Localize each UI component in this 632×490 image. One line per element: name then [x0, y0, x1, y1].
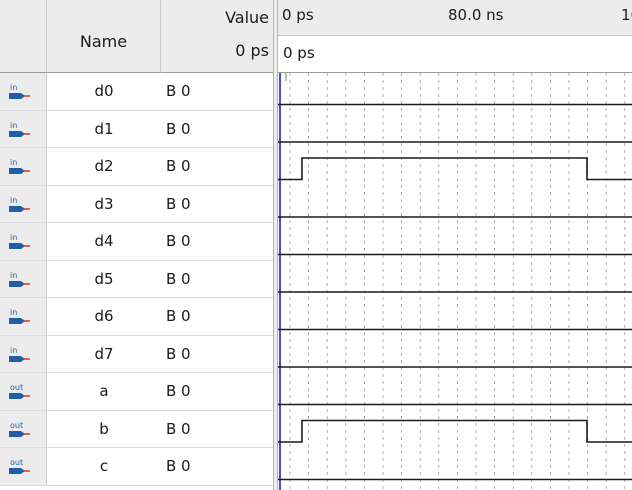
- header-icon-column: [0, 0, 47, 73]
- input-pin-icon: in: [0, 110, 47, 147]
- signal-row-d1[interactable]: in d1 B 0: [0, 110, 273, 148]
- signal-value: B 0: [166, 457, 191, 475]
- signal-value: B 0: [166, 119, 191, 138]
- signal-row-c[interactable]: out c B 0: [0, 448, 273, 486]
- signal-name: d5: [94, 269, 114, 288]
- output-pin-icon: out: [0, 373, 47, 410]
- time-ruler[interactable]: 0 ps 80.0 ns 16: [278, 0, 632, 36]
- svg-text:in: in: [10, 233, 17, 242]
- svg-text:in: in: [10, 308, 17, 317]
- signal-row-d2[interactable]: in d2 B 0: [0, 148, 273, 186]
- input-pin-icon: in: [0, 223, 47, 260]
- input-pin-icon: in: [0, 260, 47, 297]
- signal-name: d6: [94, 307, 114, 325]
- waveform-b[interactable]: [278, 419, 632, 443]
- input-pin-icon: in: [0, 148, 47, 185]
- signal-row-a[interactable]: out a B 0: [0, 373, 273, 411]
- signal-name: d4: [94, 232, 114, 250]
- signal-name: d0: [94, 82, 114, 100]
- ruler-start-label: 0 ps: [282, 6, 314, 24]
- signal-row-d7[interactable]: in d7 B 0: [0, 335, 273, 373]
- signal-row-b[interactable]: out b B 0: [0, 410, 273, 448]
- svg-text:out: out: [10, 383, 23, 392]
- signal-value: B 0: [166, 344, 191, 363]
- signal-value: B 0: [166, 269, 191, 288]
- waveform-area[interactable]: [278, 73, 632, 490]
- output-pin-icon: out: [0, 448, 47, 485]
- name-column-label: Name: [79, 32, 128, 51]
- signal-name: d2: [94, 157, 114, 175]
- svg-text:out: out: [10, 421, 23, 430]
- signal-row-d3[interactable]: in d3 B 0: [0, 185, 273, 223]
- signal-row-d4[interactable]: in d4 B 0: [0, 223, 273, 261]
- cursor-time-label: 0 ps: [283, 44, 315, 62]
- signal-value: B 0: [166, 82, 191, 100]
- ruler-end-label: 16: [621, 6, 632, 24]
- svg-text:in: in: [10, 83, 17, 92]
- signal-value: B 0: [166, 307, 191, 325]
- svg-text:in: in: [10, 196, 17, 205]
- signal-value: B 0: [166, 194, 191, 213]
- signal-value: B 0: [166, 382, 191, 400]
- value-column-time: 0 ps: [235, 41, 269, 60]
- signal-name: c: [99, 457, 109, 475]
- signal-row-d6[interactable]: in d6 B 0: [0, 298, 273, 336]
- svg-text:in: in: [10, 271, 17, 280]
- svg-text:in: in: [10, 121, 17, 130]
- ruler-mid-label: 80.0 ns: [448, 6, 504, 24]
- waveform-d2[interactable]: [278, 157, 632, 181]
- signal-row-d0[interactable]: in d0 B 0: [0, 73, 273, 111]
- signal-value: B 0: [166, 157, 191, 175]
- svg-text:in: in: [10, 346, 17, 355]
- name-column-header[interactable]: Name: [47, 0, 161, 73]
- value-column-header[interactable]: Value 0 ps: [161, 0, 273, 73]
- input-pin-icon: in: [0, 73, 47, 110]
- signal-name: a: [99, 382, 109, 400]
- cursor-time-bar[interactable]: 0 ps: [278, 36, 632, 73]
- signal-value: B 0: [166, 419, 191, 438]
- value-column-label: Value: [225, 8, 269, 27]
- input-pin-icon: in: [0, 185, 47, 222]
- signal-list: in d0 B 0 in d1 B 0 in d2 B 0 in d3 B 0 in d4 B 0 in d5 B…: [0, 73, 273, 490]
- signal-name: d7: [94, 344, 114, 363]
- input-pin-icon: in: [0, 298, 47, 335]
- input-pin-icon: in: [0, 335, 47, 372]
- signal-row-d5[interactable]: in d5 B 0: [0, 260, 273, 298]
- signal-name: d3: [94, 194, 114, 213]
- svg-text:in: in: [10, 158, 17, 167]
- output-pin-icon: out: [0, 410, 47, 447]
- svg-text:out: out: [10, 458, 23, 467]
- signal-value: B 0: [166, 232, 191, 250]
- signal-name: d1: [94, 119, 114, 138]
- signal-name: b: [99, 419, 109, 438]
